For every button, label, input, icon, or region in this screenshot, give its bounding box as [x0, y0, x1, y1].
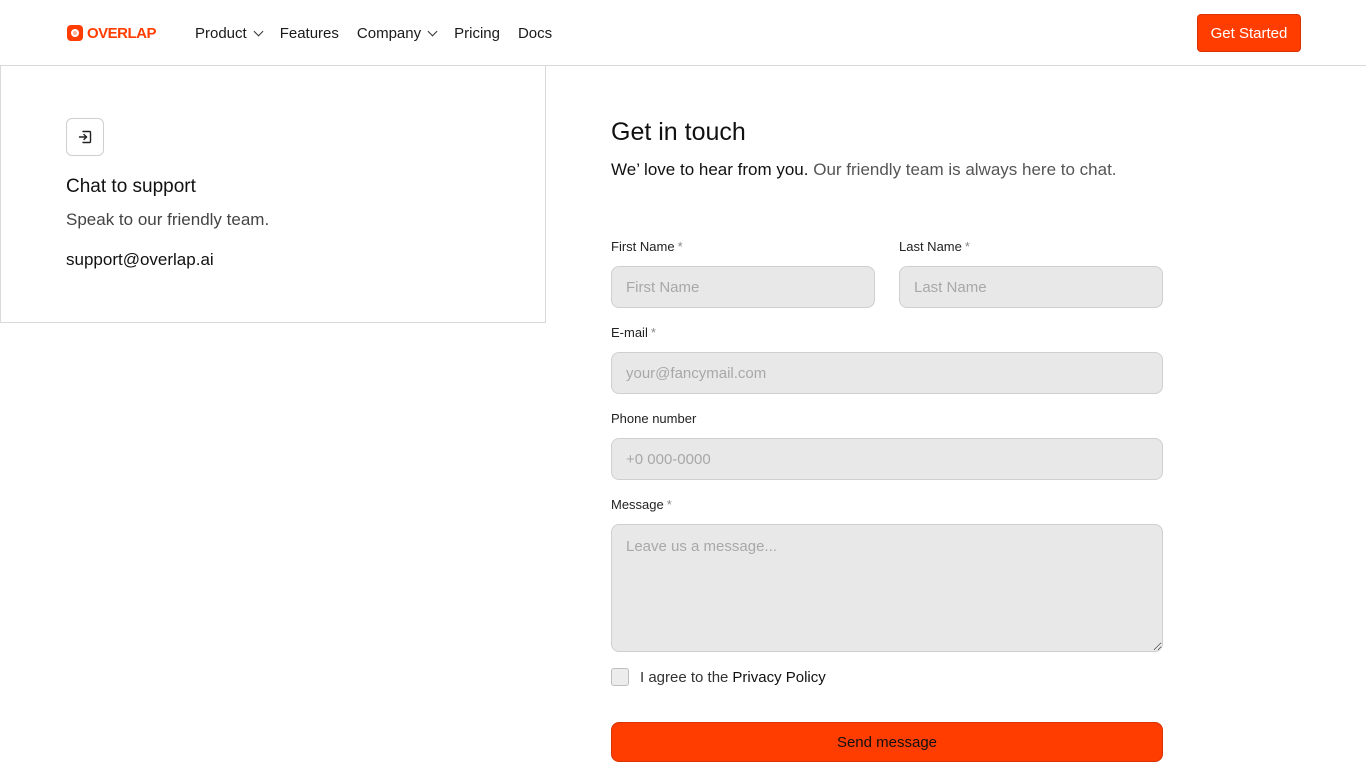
- first-name-label-text: First Name: [611, 239, 675, 254]
- agree-text: I agree to the: [640, 668, 729, 686]
- first-name-input[interactable]: [611, 266, 875, 308]
- subtitle-rest: Our friendly team is always here to chat…: [813, 160, 1117, 179]
- email-input[interactable]: [611, 352, 1163, 394]
- page-title: Get in touch: [611, 118, 746, 146]
- nav-item-label: Features: [279, 24, 339, 42]
- support-subtitle: Speak to our friendly team.: [66, 210, 270, 229]
- privacy-policy-link[interactable]: Privacy Policy: [732, 669, 825, 686]
- chevron-down-icon: [427, 26, 438, 36]
- brand-name: OVERLAP: [87, 24, 157, 42]
- nav-item-features[interactable]: Features: [280, 25, 339, 42]
- logo-icon: [67, 25, 83, 41]
- page-subtitle: We’ love to hear from you. Our friendly …: [611, 160, 1117, 180]
- nav-item-company[interactable]: Company: [356, 24, 438, 42]
- last-name-input[interactable]: [899, 266, 1163, 308]
- required-mark: *: [677, 239, 683, 254]
- phone-label: Phone number: [611, 411, 696, 426]
- send-message-button[interactable]: Send message: [611, 722, 1163, 762]
- message-label: Message *: [611, 497, 672, 512]
- required-mark: *: [650, 325, 656, 340]
- top-navbar: OVERLAP Product Features Company Pricing…: [0, 0, 1366, 66]
- email-label-text: E-mail: [611, 325, 648, 340]
- message-textarea[interactable]: [611, 524, 1163, 652]
- nav-item-label: Company: [356, 24, 422, 42]
- required-mark: *: [964, 239, 970, 254]
- support-email-link[interactable]: support@overlap.ai: [66, 250, 214, 270]
- nav-item-product[interactable]: Product: [195, 24, 264, 42]
- last-name-label: Last Name *: [899, 239, 970, 254]
- nav-item-label: Product: [195, 24, 247, 42]
- privacy-agree-row: I agree to the Privacy Policy: [611, 668, 826, 686]
- chevron-down-icon: [253, 26, 264, 36]
- phone-label-text: Phone number: [611, 411, 697, 426]
- support-title: Chat to support: [66, 176, 196, 197]
- last-name-label-text: Last Name: [899, 239, 962, 254]
- message-label-text: Message: [611, 497, 664, 512]
- nav-item-docs[interactable]: Docs: [518, 25, 552, 42]
- login-icon: [66, 118, 104, 156]
- main-nav: Product Features Company Pricing Docs: [195, 0, 570, 66]
- get-started-button[interactable]: Get Started: [1197, 14, 1301, 52]
- email-label: E-mail *: [611, 325, 656, 340]
- phone-input[interactable]: [611, 438, 1163, 480]
- nav-item-label: Docs: [517, 24, 553, 42]
- nav-item-label: Pricing: [454, 24, 500, 42]
- required-mark: *: [666, 497, 672, 512]
- privacy-checkbox[interactable]: [611, 668, 629, 686]
- support-card: Chat to support Speak to our friendly te…: [0, 66, 546, 323]
- first-name-label: First Name *: [611, 239, 683, 254]
- brand-logo[interactable]: OVERLAP: [67, 24, 157, 42]
- nav-item-pricing[interactable]: Pricing: [454, 25, 500, 42]
- subtitle-strong: We’ love to hear from you.: [611, 160, 809, 179]
